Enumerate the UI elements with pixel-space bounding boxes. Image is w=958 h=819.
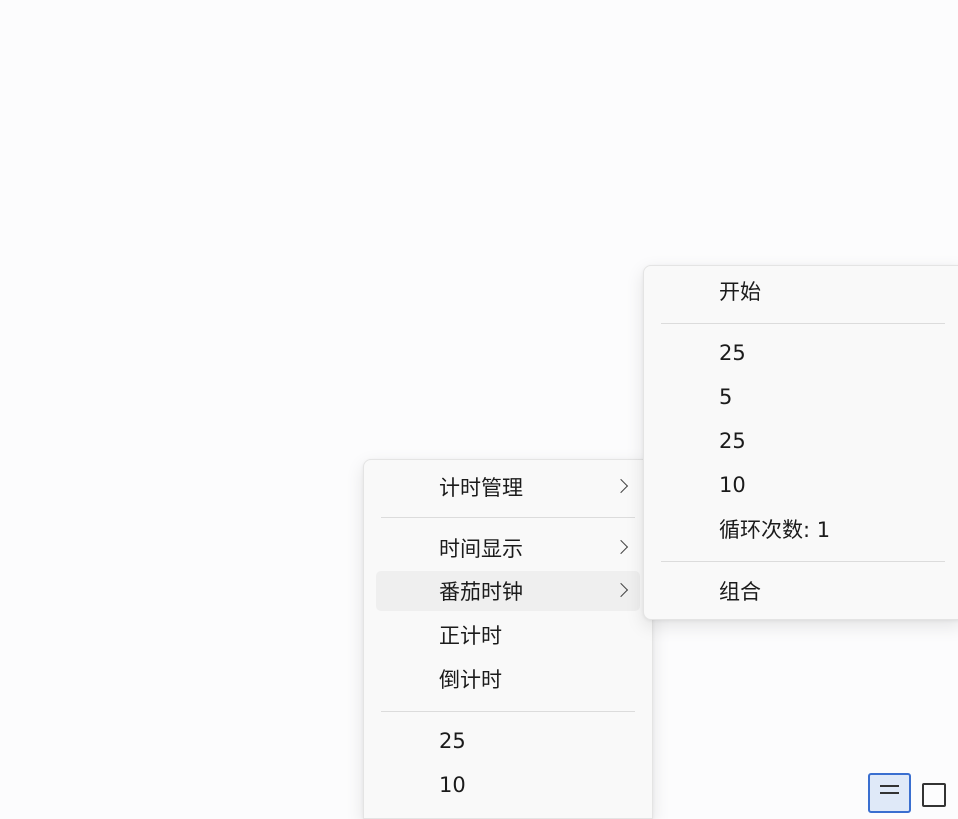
chevron-right-icon (613, 539, 629, 555)
menu-item-countdown[interactable]: 倒计时 (376, 659, 640, 699)
menu-item-label: 倒计时 (439, 668, 502, 692)
menu-item-label: 番茄时钟 (439, 580, 523, 604)
chevron-right-icon (613, 582, 629, 598)
menu-item-preset-10[interactable]: 10 (376, 765, 640, 805)
menu-item-count-up[interactable]: 正计时 (376, 615, 640, 655)
submenu-item-break-10[interactable]: 10 (656, 465, 950, 505)
submenu-item-start[interactable]: 开始 (656, 271, 950, 311)
menu-item-pomodoro[interactable]: 番茄时钟 (376, 571, 640, 611)
menu-item-label: 组合 (719, 580, 761, 604)
pomodoro-submenu: 开始 25 5 25 10 循环次数: 1 组合 (643, 265, 958, 620)
submenu-item-cycle-count[interactable]: 循环次数: 1 (656, 509, 950, 549)
menu-item-label: 25 (439, 729, 466, 753)
menu-item-label: 时间显示 (439, 537, 523, 561)
menu-lines-icon[interactable] (868, 773, 911, 813)
chevron-right-icon (613, 478, 629, 494)
menu-item-label: 5 (719, 385, 733, 409)
square-icon[interactable] (922, 783, 946, 807)
submenu-item-combine[interactable]: 组合 (656, 571, 950, 611)
menu-item-label: 计时管理 (439, 476, 523, 500)
menu-separator (381, 711, 635, 712)
submenu-item-break-5[interactable]: 5 (656, 377, 950, 417)
submenu-item-work-25-b[interactable]: 25 (656, 421, 950, 461)
menu-item-label: 25 (719, 341, 746, 365)
menu-separator (661, 561, 945, 562)
menu-item-label: 10 (719, 473, 746, 497)
menu-item-label: 25 (719, 429, 746, 453)
context-menu: 计时管理 时间显示 番茄时钟 正计时 倒计时 25 10 (363, 459, 653, 819)
submenu-item-work-25[interactable]: 25 (656, 333, 950, 373)
menu-separator (661, 323, 945, 324)
menu-line (880, 792, 899, 794)
menu-item-label: 正计时 (439, 624, 502, 648)
menu-line (880, 785, 899, 787)
menu-item-label: 循环次数: 1 (719, 518, 831, 542)
menu-separator (381, 517, 635, 518)
menu-item-time-display[interactable]: 时间显示 (376, 528, 640, 568)
menu-item-preset-25[interactable]: 25 (376, 721, 640, 761)
menu-item-label: 10 (439, 773, 466, 797)
menu-item-label: 开始 (719, 280, 761, 304)
menu-item-timer-management[interactable]: 计时管理 (376, 467, 640, 507)
